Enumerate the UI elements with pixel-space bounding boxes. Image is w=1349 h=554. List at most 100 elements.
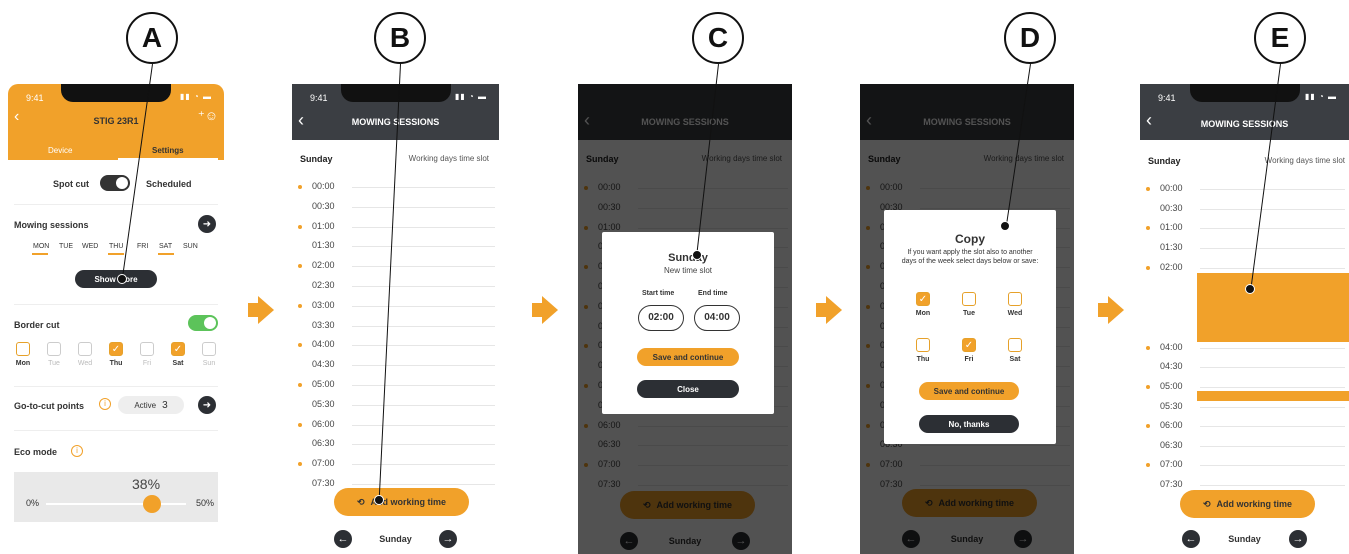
day-wed: WED (82, 243, 99, 250)
slider-thumb[interactable] (143, 495, 162, 513)
time-line (1200, 446, 1345, 447)
time-label: 00:00 (1160, 183, 1183, 193)
dialog-subtitle: New time slot (663, 266, 712, 275)
time-line (352, 365, 495, 367)
working-slot-label: Working days time slot (1264, 156, 1345, 165)
border-day-checkbox[interactable] (78, 342, 92, 356)
border-day-checkbox[interactable] (202, 342, 216, 356)
eco-info-icon[interactable]: i (71, 445, 83, 457)
border-day-checkbox[interactable] (16, 342, 30, 356)
add-working-time-button[interactable]: ⟲Add working time (1180, 490, 1315, 518)
info-icon[interactable]: i (99, 398, 111, 410)
copy-day-checkbox[interactable] (1008, 338, 1022, 352)
time-line (352, 266, 495, 268)
copy-day-checkbox[interactable] (1008, 292, 1022, 306)
border-day-label: Fri (142, 360, 152, 367)
time-line (352, 484, 495, 485)
time-line (352, 424, 495, 426)
status-icons: ▮▮ ◔ ▬ (454, 92, 487, 101)
no-thanks-button[interactable]: No, thanks (919, 415, 1019, 433)
hour-dot (1146, 346, 1150, 350)
marker-b: B (374, 12, 426, 64)
tab-settings[interactable]: Settings (152, 146, 184, 155)
time-label: 07:30 (1160, 479, 1183, 489)
save-continue-button[interactable]: Save and continue (637, 348, 739, 366)
end-time-label: End time (698, 290, 728, 297)
copy-dialog: Copy If you want apply the slot also to … (884, 210, 1056, 444)
next-day-icon[interactable]: → (1289, 530, 1307, 548)
page-title: MOWING SESSIONS (351, 117, 440, 127)
time-label: 05:00 (1160, 381, 1183, 391)
mode-toggle[interactable] (100, 175, 130, 191)
time-line (352, 404, 495, 406)
border-day-label: Wed (77, 360, 93, 367)
start-time-input[interactable]: 02:00 (638, 305, 684, 331)
start-time-label: Start time (642, 290, 675, 297)
hour-dot (1146, 266, 1150, 270)
save-continue-button[interactable]: Save and continue (919, 382, 1019, 400)
status-time: 9:41 (1158, 93, 1176, 103)
next-day-icon[interactable]: → (439, 530, 457, 548)
end-time-input[interactable]: 04:00 (694, 305, 740, 331)
time-label: 06:30 (1160, 440, 1183, 450)
copy-day-checkbox[interactable]: ✓ (962, 338, 976, 352)
add-working-time-button[interactable]: ⟲Add working time (334, 488, 469, 516)
copy-day-checkbox[interactable] (962, 292, 976, 306)
active-pill[interactable]: Active 3 (118, 396, 184, 414)
slider-track[interactable] (46, 503, 186, 505)
dialog-title: Sunday (668, 252, 708, 264)
time-label: 04:00 (1160, 342, 1183, 352)
show-more-button[interactable]: Show more (75, 270, 157, 288)
day-sun: SUN (183, 243, 198, 250)
active-count: 3 (162, 399, 168, 411)
tab-device[interactable]: Device (48, 146, 72, 155)
flow-arrow-2 (532, 296, 558, 324)
time-slot-block-small[interactable] (1197, 391, 1349, 401)
border-day-checkbox[interactable]: ✓ (171, 342, 185, 356)
border-cut-toggle[interactable] (188, 315, 218, 331)
clock-plus-icon: ⟲ (356, 496, 365, 507)
border-day-checkbox[interactable] (47, 342, 61, 356)
go-to-cut-arrow-icon[interactable]: ➜ (198, 396, 216, 414)
time-label: 07:00 (312, 458, 335, 469)
copy-day-checkbox[interactable] (916, 338, 930, 352)
time-line (1200, 426, 1345, 427)
copy-day-label: Fri (964, 356, 974, 363)
day-label: Sunday (300, 154, 333, 164)
border-day-label: Sat (172, 360, 184, 367)
time-line (352, 345, 495, 347)
time-label: 02:00 (1160, 262, 1183, 272)
hour-dot (298, 383, 302, 387)
time-line (352, 286, 495, 287)
tab-indicator (118, 158, 218, 160)
eco-slider-panel: 38% 0% 50% (14, 472, 218, 522)
time-label: 00:30 (312, 200, 335, 211)
time-slot-block[interactable] (1197, 273, 1349, 342)
border-day-checkbox[interactable]: ✓ (109, 342, 123, 356)
flow-arrow-1 (248, 296, 274, 324)
time-label: 02:30 (312, 280, 335, 290)
flow-arrow-4 (1098, 296, 1124, 324)
eco-mode-label: Eco mode (14, 447, 58, 457)
time-line (352, 206, 495, 208)
hour-dot (1146, 187, 1150, 191)
status-time: 9:41 (26, 93, 44, 103)
day-thu: THU (109, 243, 124, 250)
time-line (352, 226, 495, 228)
time-line (1200, 407, 1345, 408)
close-button[interactable]: Close (637, 380, 739, 398)
time-label: 04:30 (312, 359, 335, 370)
marker-e: E (1254, 12, 1306, 64)
mowing-sessions-label: Mowing sessions (14, 220, 89, 230)
copy-day-label: Tue (963, 310, 975, 317)
mowing-sessions-arrow-icon[interactable]: ➜ (198, 215, 216, 233)
time-line (1200, 465, 1345, 466)
new-slot-dialog: Sunday New time slot Start time End time… (602, 232, 774, 414)
time-line (1200, 485, 1345, 486)
time-line (1200, 189, 1345, 190)
border-day-checkbox[interactable] (140, 342, 154, 356)
hour-dot (1146, 463, 1150, 467)
copy-day-checkbox[interactable]: ✓ (916, 292, 930, 306)
add-user-icon[interactable]: ⁺☺ (198, 108, 218, 124)
border-cut-label: Border cut (14, 320, 60, 330)
